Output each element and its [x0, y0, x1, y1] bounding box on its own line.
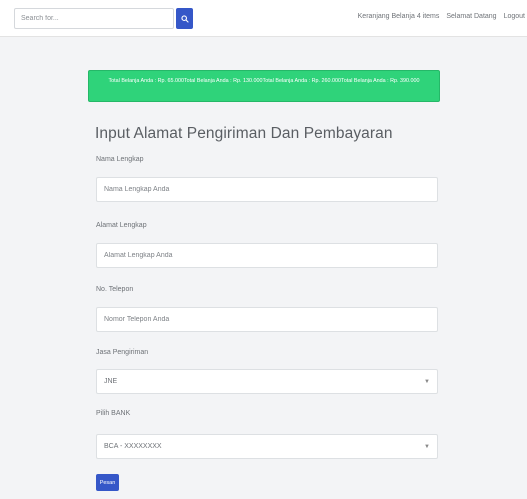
- chevron-down-icon: ▼: [424, 378, 430, 385]
- nama-label: Nama Lengkap: [96, 156, 144, 163]
- nama-input[interactable]: [96, 177, 438, 202]
- search-button[interactable]: [176, 8, 193, 29]
- total-alert: Total Belanja Anda : Rp. 65.000Total Bel…: [88, 70, 440, 102]
- logout-link[interactable]: Logout: [504, 13, 525, 20]
- jasa-value: JNE: [104, 378, 118, 385]
- jasa-select[interactable]: JNE ▼: [96, 369, 438, 394]
- telepon-input[interactable]: [96, 307, 438, 332]
- telepon-label: No. Telepon: [96, 286, 134, 293]
- page-title: Input Alamat Pengiriman Dan Pembayaran: [95, 125, 393, 142]
- welcome-link[interactable]: Selamat Datang: [446, 13, 496, 20]
- alamat-label: Alamat Lengkap: [96, 222, 147, 229]
- pesan-button[interactable]: Pesan: [96, 474, 119, 491]
- cart-link[interactable]: Keranjang Belanja 4 items: [358, 13, 440, 20]
- alamat-input[interactable]: [96, 243, 438, 268]
- nav-links: Keranjang Belanja 4 items Selamat Datang…: [358, 13, 525, 20]
- top-navbar: Keranjang Belanja 4 items Selamat Datang…: [0, 0, 527, 37]
- bank-value: BCA - XXXXXXXX: [104, 443, 162, 450]
- bank-select[interactable]: BCA - XXXXXXXX ▼: [96, 434, 438, 459]
- cart-count: 4 items: [416, 13, 440, 20]
- search-input[interactable]: [14, 8, 174, 29]
- bank-label: Pilih BANK: [96, 410, 131, 417]
- search-icon: [180, 14, 189, 23]
- jasa-label: Jasa Pengiriman: [96, 349, 149, 356]
- chevron-down-icon: ▼: [424, 443, 430, 450]
